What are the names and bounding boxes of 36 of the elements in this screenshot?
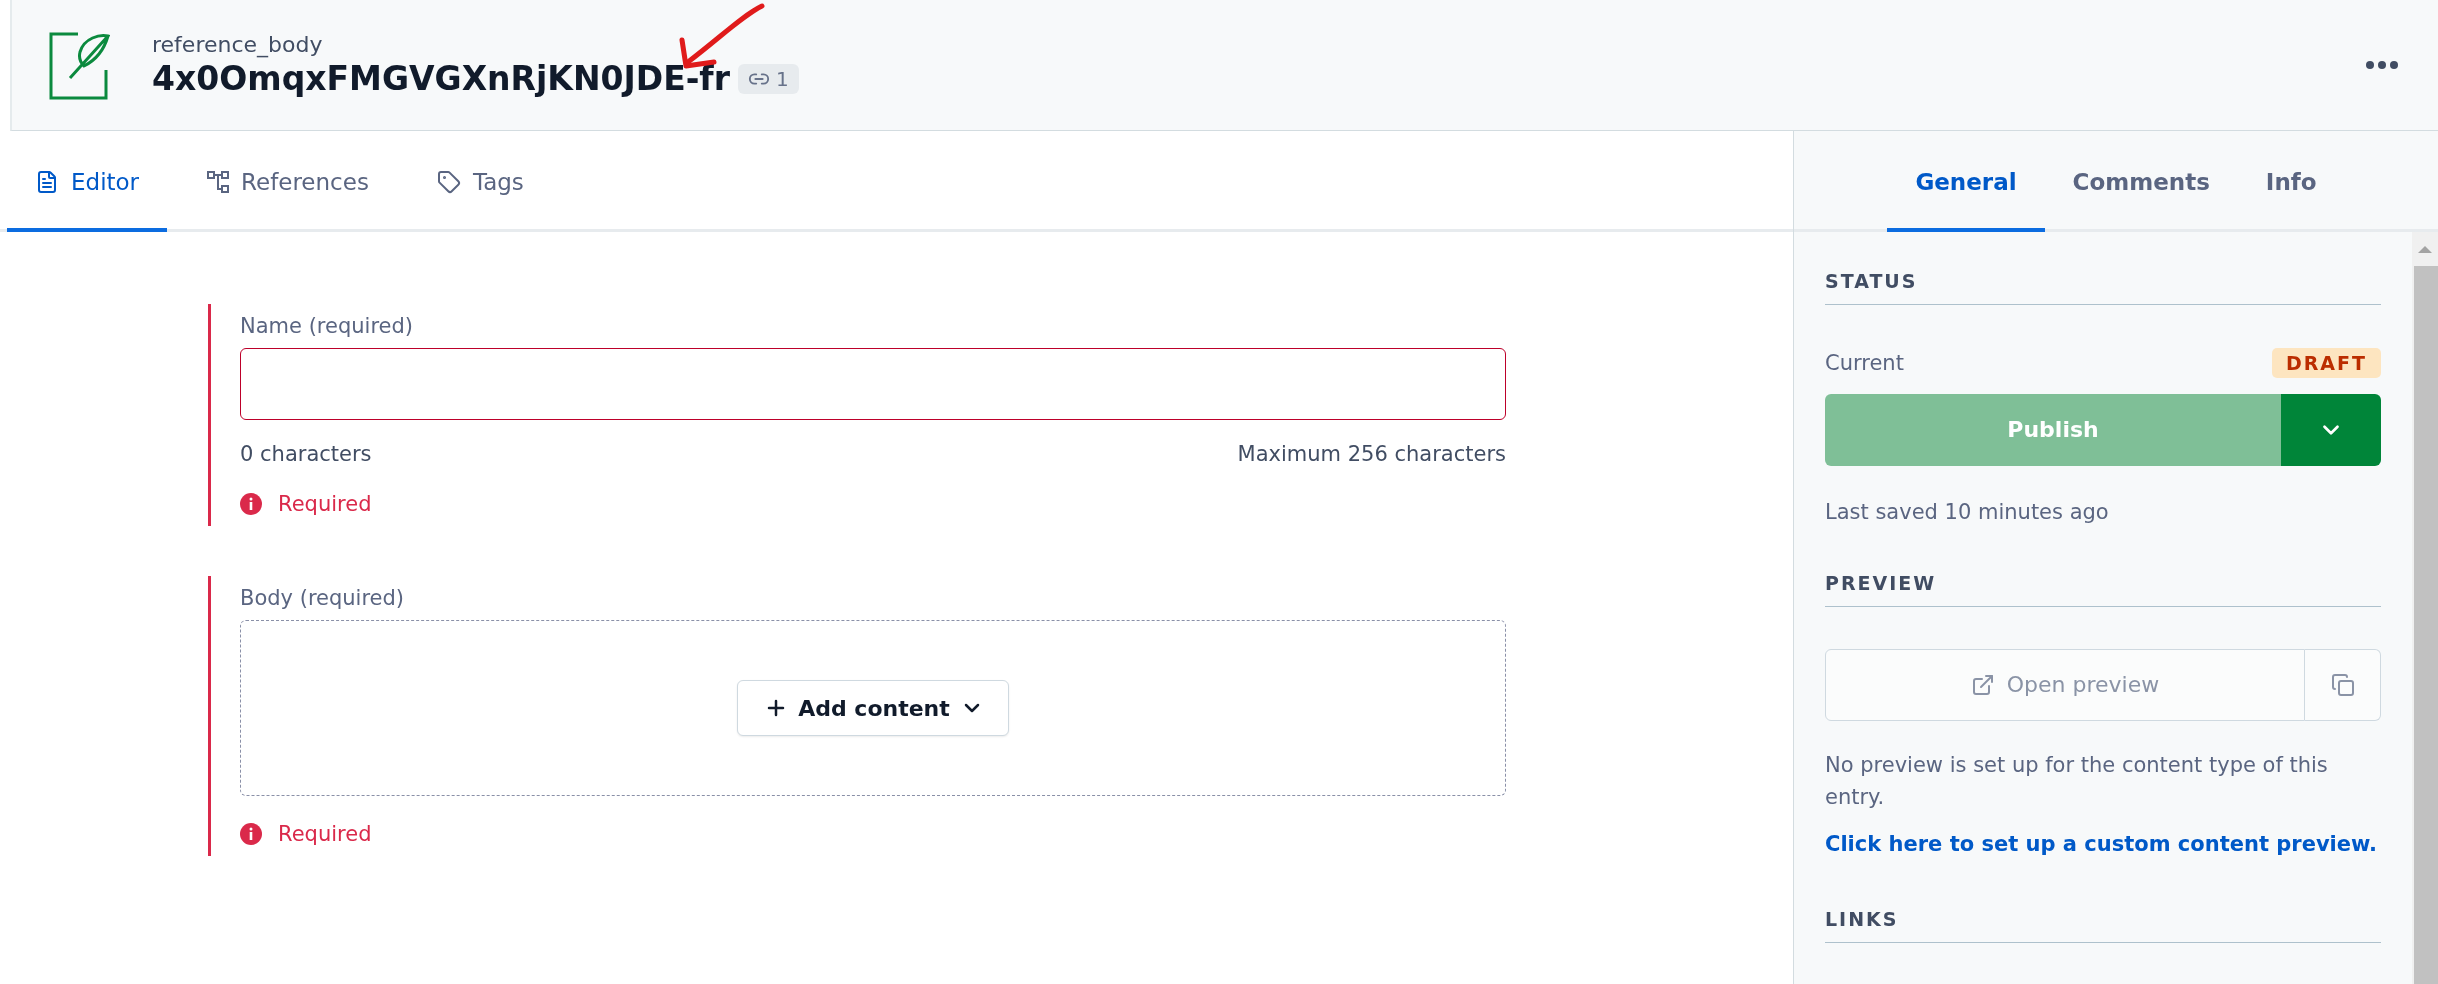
character-limit: Maximum 256 characters: [1237, 442, 1506, 466]
link-count: 1: [776, 66, 789, 91]
editor-tab[interactable]: Tags: [408, 131, 552, 232]
copy-button[interactable]: [2305, 648, 2381, 721]
error-icon: [240, 493, 262, 515]
scroll-up-icon: [2418, 246, 2432, 253]
last-saved: Last saved 10 minutes ago: [1825, 499, 2110, 524]
editor-tab[interactable]: Editor: [7, 131, 168, 232]
error-message: Required: [278, 822, 372, 846]
tag-icon: [436, 169, 461, 194]
section-heading: PREVIEW: [1825, 571, 2381, 607]
section-heading: LINKS: [1825, 907, 2381, 943]
character-count: 0 characters: [240, 442, 372, 466]
current-label: Current: [1825, 350, 1904, 377]
ellipsis-icon: [2366, 61, 2398, 69]
status-badge: DRAFT: [2271, 348, 2381, 379]
sidebar-tab[interactable]: Info: [2237, 131, 2345, 232]
name-input[interactable]: [240, 348, 1506, 420]
add-content-button[interactable]: Add content: [737, 680, 1009, 736]
field-label: Body (required): [240, 586, 406, 610]
publish-menu-button[interactable]: [2281, 393, 2381, 466]
editor-tab[interactable]: References: [179, 131, 397, 232]
content-type: reference_body: [152, 32, 324, 57]
sidebar-tab[interactable]: Comments: [2044, 131, 2238, 232]
error-message: Required: [278, 492, 372, 516]
feather-logo: [48, 30, 110, 100]
copy-icon: [2330, 672, 2355, 697]
entry-title: 4x0OmqxFMGVGXnRjKN0JDE-fr: [152, 59, 730, 98]
section-heading: STATUS: [1825, 270, 2381, 305]
document-icon: [35, 169, 59, 194]
error-icon: [240, 823, 262, 845]
hierarchy-icon: [207, 170, 230, 193]
sidebar-tab[interactable]: General: [1887, 131, 2045, 232]
preview-note: No preview is set up for the content type of this entry.: [1825, 751, 2329, 812]
external-link-icon: [1970, 672, 1995, 697]
field-label: Name (required): [240, 314, 414, 338]
